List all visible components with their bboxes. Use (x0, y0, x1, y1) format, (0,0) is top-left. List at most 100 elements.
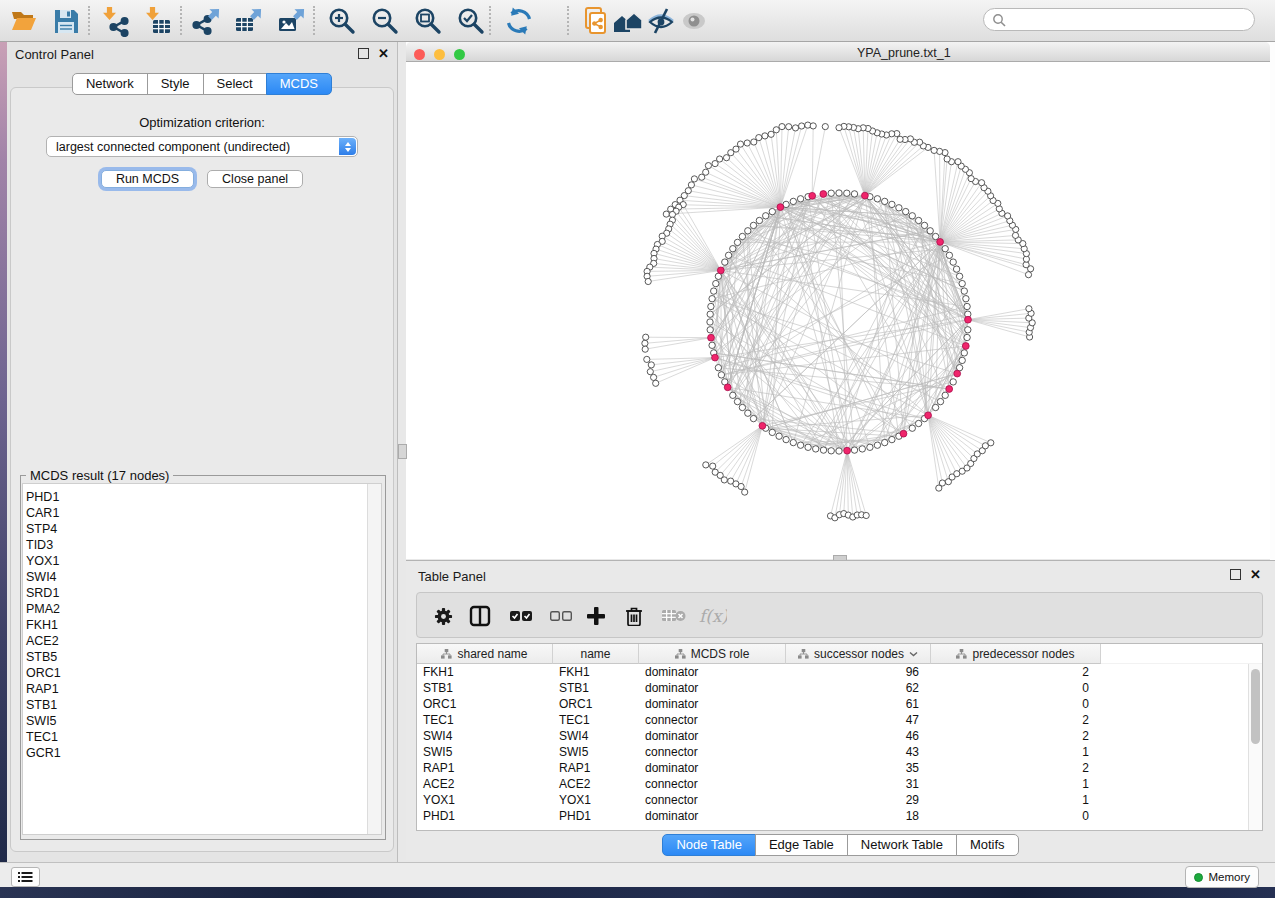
column-header-MCDS-role[interactable]: MCDS role (639, 644, 786, 664)
table-settings-icon[interactable] (434, 606, 453, 626)
float-window-icon[interactable] (1230, 569, 1241, 580)
cell-successor-nodes: 62 (786, 680, 931, 696)
network-graph[interactable] (406, 62, 1270, 559)
tab-select[interactable]: Select (203, 73, 267, 95)
result-node-item[interactable]: ORC1 (23, 665, 381, 681)
result-node-item[interactable]: STP4 (23, 521, 381, 537)
criterion-value: largest connected component (undirected) (56, 140, 290, 154)
attribute-type-icon (956, 649, 967, 659)
add-column-icon[interactable] (586, 606, 606, 626)
table-scrollbar[interactable] (1248, 664, 1262, 830)
column-visibility-icon[interactable] (469, 606, 491, 626)
table-row[interactable]: FKH1FKH1dominator962 (417, 664, 1262, 680)
network-canvas[interactable] (406, 62, 1270, 559)
task-history-button[interactable] (11, 867, 40, 887)
tab-node-table[interactable]: Node Table (662, 834, 756, 856)
zoom-in-icon[interactable] (326, 5, 358, 37)
cell-MCDS-role: dominator (639, 728, 786, 744)
cell-name: SWI5 (553, 744, 639, 760)
network-window-titlebar[interactable]: YPA_prune.txt_1 (406, 42, 1270, 62)
table-row[interactable]: YOX1YOX1connector291 (417, 792, 1262, 808)
zoom-fit-icon[interactable] (412, 5, 444, 37)
refresh-icon[interactable] (503, 5, 535, 37)
result-node-item[interactable]: FKH1 (23, 617, 381, 633)
close-window-icon[interactable] (414, 49, 425, 60)
result-scrollbar[interactable] (367, 484, 381, 834)
result-node-item[interactable]: CAR1 (23, 505, 381, 521)
column-header-shared-name[interactable]: shared name (417, 644, 553, 664)
import-network-icon[interactable] (99, 5, 131, 37)
table-row[interactable]: TEC1TEC1connector472 (417, 712, 1262, 728)
tab-edge-table[interactable]: Edge Table (755, 834, 848, 856)
result-node-item[interactable]: SWI5 (23, 713, 381, 729)
cell-MCDS-role: dominator (639, 680, 786, 696)
result-node-item[interactable]: ACE2 (23, 633, 381, 649)
cell-predecessor-nodes: 1 (931, 792, 1101, 808)
select-all-icon[interactable] (510, 606, 533, 626)
table-row[interactable]: STB1STB1dominator620 (417, 680, 1262, 696)
run-mcds-button[interactable]: Run MCDS (101, 170, 194, 188)
float-window-icon[interactable] (358, 48, 369, 59)
control-panel-title: Control Panel (15, 47, 94, 62)
result-node-item[interactable]: PHD1 (23, 489, 381, 505)
scrollbar-thumb[interactable] (1251, 669, 1260, 744)
export-table-icon[interactable] (233, 5, 265, 37)
export-network-icon[interactable] (191, 5, 223, 37)
mcds-result-list[interactable]: PHD1CAR1STP4TID3YOX1SWI4SRD1PMA2FKH1ACE2… (22, 483, 382, 835)
column-header-successor-nodes[interactable]: successor nodes (786, 644, 931, 664)
table-row[interactable]: ORC1ORC1dominator610 (417, 696, 1262, 712)
result-node-item[interactable]: STB5 (23, 649, 381, 665)
result-node-item[interactable]: SRD1 (23, 585, 381, 601)
close-panel-icon[interactable]: ✕ (378, 49, 389, 58)
search-input[interactable] (983, 8, 1255, 31)
share-document-icon[interactable] (580, 5, 612, 37)
cell-predecessor-nodes: 2 (931, 728, 1101, 744)
cell-MCDS-role: connector (639, 712, 786, 728)
deselect-all-icon[interactable] (550, 606, 573, 626)
result-node-item[interactable]: GCR1 (23, 745, 381, 761)
open-session-icon[interactable] (8, 5, 40, 37)
tab-motifs[interactable]: Motifs (956, 834, 1019, 856)
zoom-out-icon[interactable] (369, 5, 401, 37)
zoom-selected-icon[interactable] (455, 5, 487, 37)
criterion-dropdown[interactable]: largest connected component (undirected) (46, 136, 358, 157)
export-image-icon[interactable] (276, 5, 308, 37)
result-node-item[interactable]: YOX1 (23, 553, 381, 569)
result-node-item[interactable]: STB1 (23, 697, 381, 713)
table-row[interactable]: ACE2ACE2connector311 (417, 776, 1262, 792)
column-header-predecessor-nodes[interactable]: predecessor nodes (931, 644, 1101, 664)
result-node-item[interactable]: SWI4 (23, 569, 381, 585)
table-row[interactable]: SWI5SWI5connector431 (417, 744, 1262, 760)
table-row[interactable]: RAP1RAP1dominator352 (417, 760, 1262, 776)
tab-mcds[interactable]: MCDS (266, 73, 332, 95)
cell-successor-nodes: 47 (786, 712, 931, 728)
column-label: name (580, 647, 610, 661)
close-panel-icon[interactable]: ✕ (1250, 570, 1261, 579)
result-node-item[interactable]: PMA2 (23, 601, 381, 617)
dropdown-stepper-icon (339, 138, 356, 155)
save-session-icon[interactable] (50, 5, 82, 37)
tab-network-table[interactable]: Network Table (847, 834, 957, 856)
node-table[interactable]: shared name name MCDS role successor node… (416, 643, 1263, 831)
table-row[interactable]: SWI4SWI4dominator462 (417, 728, 1262, 744)
column-header-name[interactable]: name (553, 644, 639, 664)
hide-details-icon[interactable] (645, 5, 677, 37)
maximize-window-icon[interactable] (454, 49, 465, 60)
delete-column-icon[interactable] (625, 606, 643, 626)
minimize-window-icon[interactable] (434, 49, 445, 60)
neighbors-icon[interactable] (612, 5, 644, 37)
tab-network[interactable]: Network (72, 73, 148, 95)
cell-name: ORC1 (553, 696, 639, 712)
result-node-item[interactable]: TID3 (23, 537, 381, 553)
close-panel-button[interactable]: Close panel (207, 170, 303, 188)
import-table-icon[interactable] (142, 5, 174, 37)
result-node-item[interactable]: RAP1 (23, 681, 381, 697)
tab-style[interactable]: Style (147, 73, 204, 95)
result-node-item[interactable]: TEC1 (23, 729, 381, 745)
table-row[interactable]: PHD1PHD1dominator180 (417, 808, 1262, 824)
memory-button[interactable]: Memory (1185, 866, 1259, 888)
cell-shared-name: SWI4 (417, 728, 553, 744)
vertical-splitter-handle[interactable] (398, 444, 407, 459)
show-details-icon[interactable] (678, 5, 710, 37)
network-window-title: YPA_prune.txt_1 (857, 46, 951, 60)
